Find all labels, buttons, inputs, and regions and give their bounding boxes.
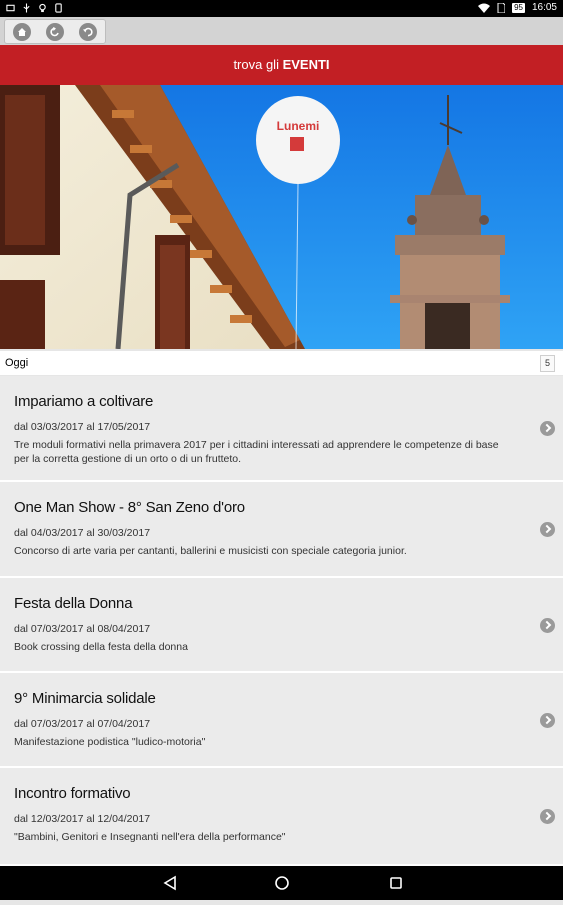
- event-list: Impariamo a coltivare dal 03/03/2017 al …: [0, 376, 563, 866]
- event-item[interactable]: Incontro formativo dal 12/03/2017 al 12/…: [0, 768, 563, 866]
- back-icon: [50, 26, 59, 36]
- balloon-logo-text: Lunemi: [277, 119, 320, 133]
- home-button[interactable]: [12, 22, 31, 41]
- android-nav-bar: [0, 866, 563, 900]
- event-date: dal 12/03/2017 al 12/04/2017: [14, 813, 151, 825]
- page-header: trova gli EVENTI: [0, 45, 563, 85]
- event-title: Incontro formativo: [14, 785, 131, 802]
- status-right-icons: 95 16:05: [478, 2, 557, 13]
- notification-icon: [6, 4, 15, 12]
- back-triangle-icon[interactable]: [163, 875, 176, 891]
- browser-toolbar: [0, 17, 563, 45]
- event-description: Manifestazione podistica "ludico-motoria…: [14, 736, 206, 748]
- recents-square-icon[interactable]: [390, 877, 402, 889]
- clock: 16:05: [531, 2, 557, 13]
- event-title: Festa della Donna: [14, 595, 133, 612]
- nav-buttons: [163, 875, 402, 891]
- event-title: One Man Show - 8° San Zeno d'oro: [14, 499, 245, 516]
- event-item[interactable]: Impariamo a coltivare dal 03/03/2017 al …: [0, 376, 563, 482]
- hero-illustration: Lunemi: [0, 85, 563, 349]
- status-left-icons: [6, 3, 63, 13]
- refresh-button[interactable]: [79, 22, 98, 41]
- chevron-right-icon[interactable]: [540, 809, 555, 824]
- event-item[interactable]: Festa della Donna dal 07/03/2017 al 08/0…: [0, 578, 563, 673]
- event-description: Concorso di arte varia per cantanti, bal…: [14, 545, 407, 557]
- event-date: dal 03/03/2017 al 17/05/2017: [14, 421, 151, 433]
- today-bar: Oggi 5: [0, 351, 563, 375]
- event-item[interactable]: 9° Minimarcia solidale dal 07/03/2017 al…: [0, 673, 563, 768]
- event-title: Impariamo a coltivare: [14, 393, 154, 410]
- wifi-icon: [478, 3, 491, 13]
- chevron-right-icon[interactable]: [540, 421, 555, 436]
- bulb-icon: [39, 3, 46, 13]
- back-button[interactable]: [45, 22, 64, 41]
- no-sim-icon: [497, 2, 506, 13]
- chevron-right-icon[interactable]: [540, 617, 555, 633]
- event-date: dal 07/03/2017 al 07/04/2017: [14, 718, 151, 730]
- chevron-right-icon[interactable]: [540, 522, 555, 537]
- chevron-right-icon[interactable]: [540, 712, 555, 728]
- event-title: 9° Minimarcia solidale: [14, 690, 156, 707]
- status-bar: 95 16:05: [0, 0, 563, 17]
- event-date: dal 04/03/2017 al 30/03/2017: [14, 527, 151, 539]
- event-item[interactable]: One Man Show - 8° San Zeno d'oro dal 04/…: [0, 482, 563, 578]
- usb-icon: [23, 3, 30, 13]
- event-description: "Bambini, Genitori e Insegnanti nell'era…: [14, 831, 286, 843]
- toolbar-button-group: [4, 19, 106, 44]
- header-title: EVENTI: [282, 57, 330, 72]
- home-icon: [17, 27, 26, 36]
- battery-icon: 95: [512, 2, 525, 13]
- phone-icon: [55, 3, 62, 13]
- today-label: Oggi: [5, 357, 29, 369]
- event-description: Book crossing della festa della donna: [14, 641, 188, 653]
- header-prefix: trova gli: [233, 57, 283, 72]
- home-circle-icon[interactable]: [275, 876, 289, 890]
- event-count-badge: 5: [540, 355, 555, 372]
- refresh-icon: [83, 27, 93, 36]
- event-date: dal 07/03/2017 al 08/04/2017: [14, 623, 151, 635]
- hero-image: Lunemi: [0, 85, 563, 349]
- event-description: Tre moduli formativi nella primavera 201…: [14, 439, 499, 465]
